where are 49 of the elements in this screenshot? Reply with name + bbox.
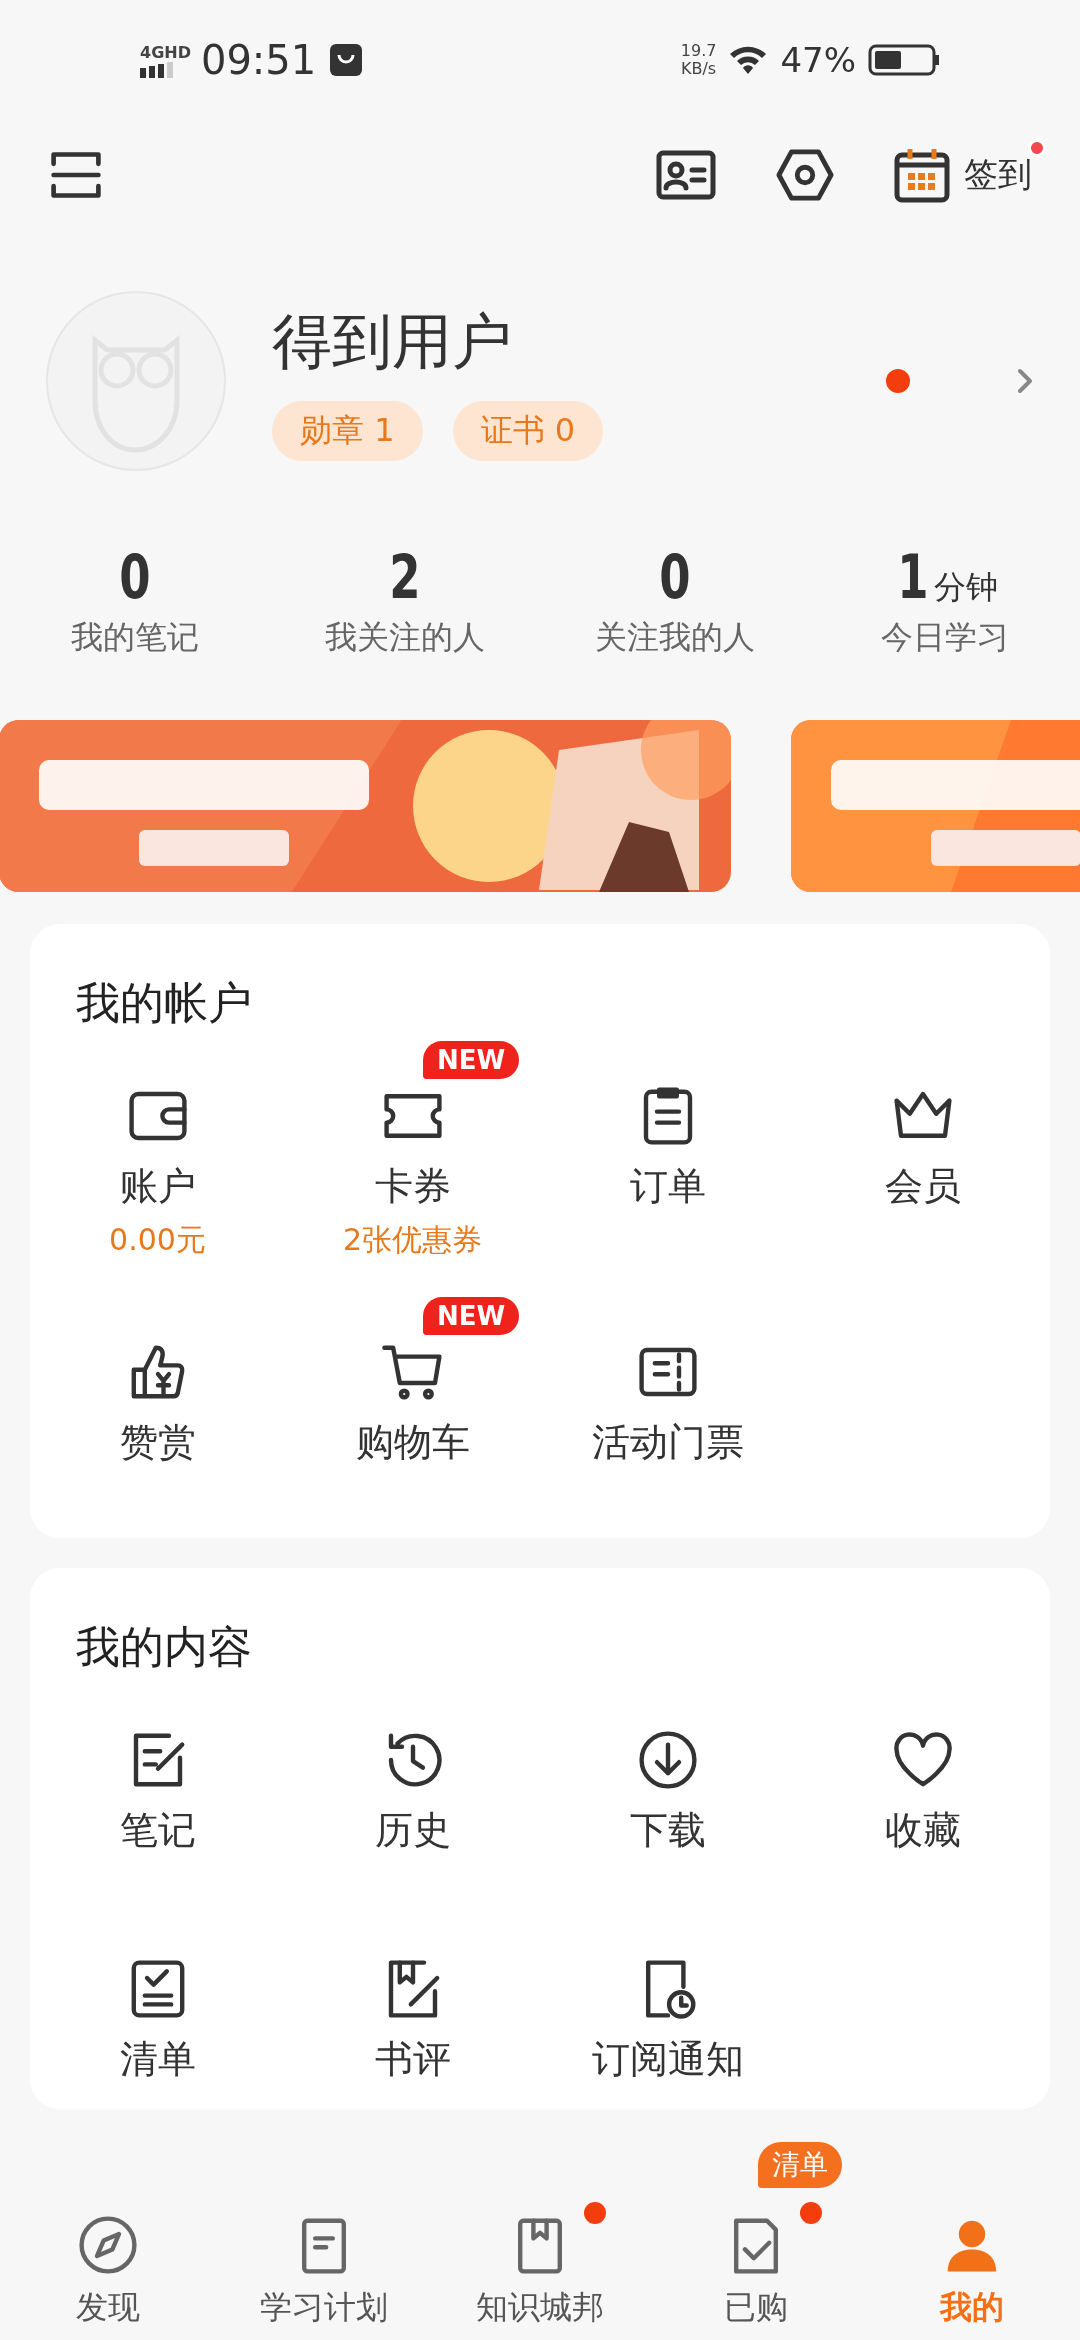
menu-item-label[interactable]: 活动门票	[591, 1417, 744, 1468]
stat-unit: 分钟	[933, 567, 998, 608]
speed-unit: KB/s	[681, 60, 717, 78]
signal-icon	[140, 61, 176, 78]
menu-item-label[interactable]: 收藏	[884, 1805, 961, 1856]
menu-item-label[interactable]: 清单	[119, 2034, 196, 2085]
menu-item-label[interactable]: 账户	[119, 1161, 196, 1212]
stat-value: 2	[389, 542, 421, 612]
section-title: 我的内容	[76, 1620, 253, 1674]
menu-item-detail: 2张优惠券	[342, 1221, 483, 1259]
list-bubble: 清单	[758, 2142, 842, 2188]
clock-time: 09:51	[200, 37, 317, 83]
tab-bar-item[interactable]: 学习计划	[216, 2190, 432, 2340]
check-in-button[interactable]: 签到	[894, 147, 1032, 203]
menu-item-label[interactable]: 书评	[374, 2034, 451, 2085]
shopping-bag-icon	[330, 44, 363, 76]
tab-bar-item[interactable]: 知识城邦	[432, 2190, 648, 2340]
menu-item-label[interactable]: 订单	[629, 1161, 706, 1212]
id-card-icon[interactable]	[656, 150, 716, 200]
stat-value: 1	[897, 542, 929, 612]
network-speed: 19.7	[680, 42, 717, 60]
menu-item-label[interactable]: 赞赏	[119, 1417, 196, 1468]
stat-label[interactable]: 我的笔记	[71, 616, 199, 660]
new-tag: NEW	[423, 1041, 520, 1079]
menu-item-label[interactable]: 购物车	[355, 1417, 470, 1468]
menu-item-label[interactable]: 卡券	[374, 1161, 451, 1212]
menu-item-label[interactable]: 下载	[629, 1805, 706, 1856]
menu-item-detail: 0.00元	[109, 1221, 206, 1259]
section-title: 我的帐户	[76, 976, 253, 1030]
stat-label[interactable]: 我关注的人	[325, 616, 485, 660]
tab-bar-item[interactable]: 发现	[0, 2190, 216, 2340]
chevron-right-icon[interactable]	[1015, 366, 1035, 396]
stat-value: 0	[119, 542, 151, 612]
stat-label[interactable]: 今日学习	[881, 616, 1009, 660]
user-name: 得到用户	[272, 304, 513, 378]
new-tag: NEW	[423, 1297, 520, 1335]
settings-icon[interactable]	[776, 147, 834, 203]
stat-value: 0	[659, 542, 691, 612]
network-type: 4GHD	[140, 42, 191, 62]
menu-item-label[interactable]: 订阅通知	[591, 2034, 744, 2085]
battery-percent: 47%	[780, 40, 856, 80]
wifi-icon	[728, 44, 769, 76]
stat-label[interactable]: 关注我的人	[595, 616, 755, 660]
tab-bar-item[interactable]: 已购	[648, 2190, 864, 2340]
calendar-icon	[894, 147, 950, 203]
menu-item-label[interactable]: 会员	[884, 1161, 961, 1212]
menu-item-label[interactable]: 历史	[374, 1805, 451, 1856]
menu-item-label[interactable]: 笔记	[119, 1805, 196, 1856]
battery-icon	[868, 44, 940, 76]
